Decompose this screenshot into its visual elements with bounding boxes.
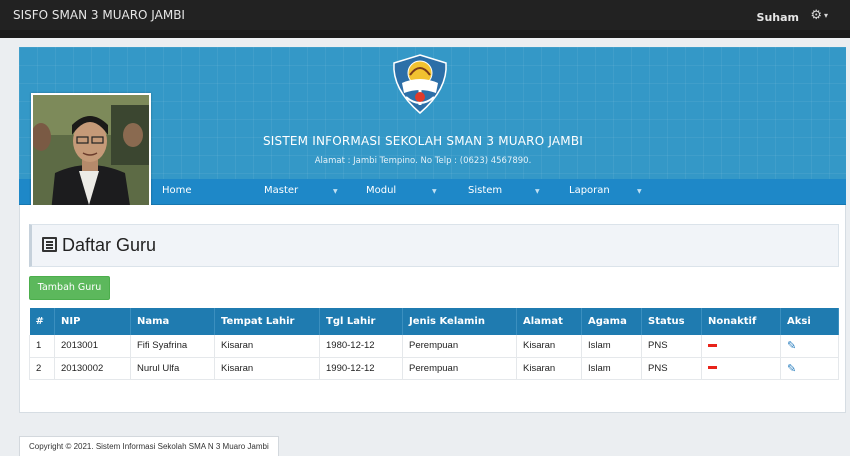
table-cell: Fifi Syafrina: [130, 335, 215, 358]
column-header: NIP: [54, 308, 131, 335]
column-header: Jenis Kelamin: [402, 308, 517, 335]
chevron-down-icon: ▼: [535, 188, 540, 195]
site-title: SISTEM INFORMASI SEKOLAH SMAN 3 MUARO JA…: [262, 134, 584, 148]
table-cell: [701, 357, 781, 380]
table-cell: Kisaran: [214, 335, 320, 358]
table-header-row: # NIP Nama Tempat Lahir Tgl Lahir Jenis …: [29, 308, 839, 335]
table-cell: 20130002: [54, 357, 131, 380]
table-cell: Islam: [581, 357, 642, 380]
school-emblem-logo: [393, 54, 447, 114]
table-cell: Kisaran: [516, 357, 582, 380]
column-header: Agama: [581, 308, 642, 335]
table-cell: Kisaran: [214, 357, 320, 380]
table-cell: Perempuan: [402, 335, 517, 358]
table-cell: PNS: [641, 357, 702, 380]
deactivate-icon[interactable]: [708, 366, 717, 370]
chevron-down-icon: ▼: [637, 188, 642, 195]
avatar: [33, 95, 149, 212]
teacher-table: # NIP Nama Tempat Lahir Tgl Lahir Jenis …: [29, 308, 839, 380]
table-cell: 1: [29, 335, 55, 358]
pencil-icon[interactable]: ✎: [787, 340, 796, 352]
table-cell: [701, 335, 781, 358]
user-photo: [31, 93, 151, 214]
table-cell: ✎: [780, 357, 839, 380]
column-header: Alamat: [516, 308, 582, 335]
chevron-down-icon: ▼: [432, 188, 437, 195]
table-cell: Kisaran: [516, 335, 582, 358]
menu-master[interactable]: Master: [264, 185, 298, 196]
column-header: Nama: [130, 308, 215, 335]
page-header: Daftar Guru: [29, 224, 839, 267]
top-navbar: SISFO SMAN 3 MUARO JAMBI Suham ⚙ ▾: [0, 0, 850, 38]
menu-modul[interactable]: Modul: [366, 185, 396, 196]
menu-sistem[interactable]: Sistem: [468, 185, 502, 196]
add-teacher-button[interactable]: Tambah Guru: [29, 276, 110, 300]
deactivate-icon[interactable]: [708, 344, 717, 348]
table-cell: 1980-12-12: [319, 335, 403, 358]
table-row: 1 2013001 Fifi Syafrina Kisaran 1980-12-…: [29, 335, 839, 358]
table-cell: Perempuan: [402, 357, 517, 380]
table-cell: ✎: [780, 335, 839, 358]
table-row: 2 20130002 Nurul Ulfa Kisaran 1990-12-12…: [29, 357, 839, 380]
gear-icon[interactable]: ⚙ ▾: [810, 8, 828, 23]
column-header: #: [29, 308, 55, 335]
menu-laporan[interactable]: Laporan: [569, 185, 610, 196]
chevron-down-icon: ▾: [823, 11, 828, 20]
table-cell: 2: [29, 357, 55, 380]
site-address: Alamat : Jambi Tempino. No Telp : (0623)…: [314, 156, 532, 166]
column-header: Aksi: [780, 308, 839, 335]
column-header: Tgl Lahir: [319, 308, 403, 335]
table-cell: PNS: [641, 335, 702, 358]
chevron-down-icon: ▼: [333, 188, 338, 195]
pencil-icon[interactable]: ✎: [787, 363, 796, 375]
column-header: Nonaktif: [701, 308, 781, 335]
list-icon: [42, 237, 57, 252]
table-cell: Islam: [581, 335, 642, 358]
menu-home[interactable]: Home: [162, 185, 192, 196]
table-cell: 1990-12-12: [319, 357, 403, 380]
footer-copyright: Copyright © 2021. Sistem Informasi Sekol…: [19, 436, 279, 456]
page-title: Daftar Guru: [62, 235, 157, 255]
app-brand[interactable]: SISFO SMAN 3 MUARO JAMBI: [13, 8, 185, 22]
user-name[interactable]: Suham: [757, 11, 799, 24]
column-header: Tempat Lahir: [214, 308, 320, 335]
table-cell: Nurul Ulfa: [130, 357, 215, 380]
column-header: Status: [641, 308, 702, 335]
table-cell: 2013001: [54, 335, 131, 358]
